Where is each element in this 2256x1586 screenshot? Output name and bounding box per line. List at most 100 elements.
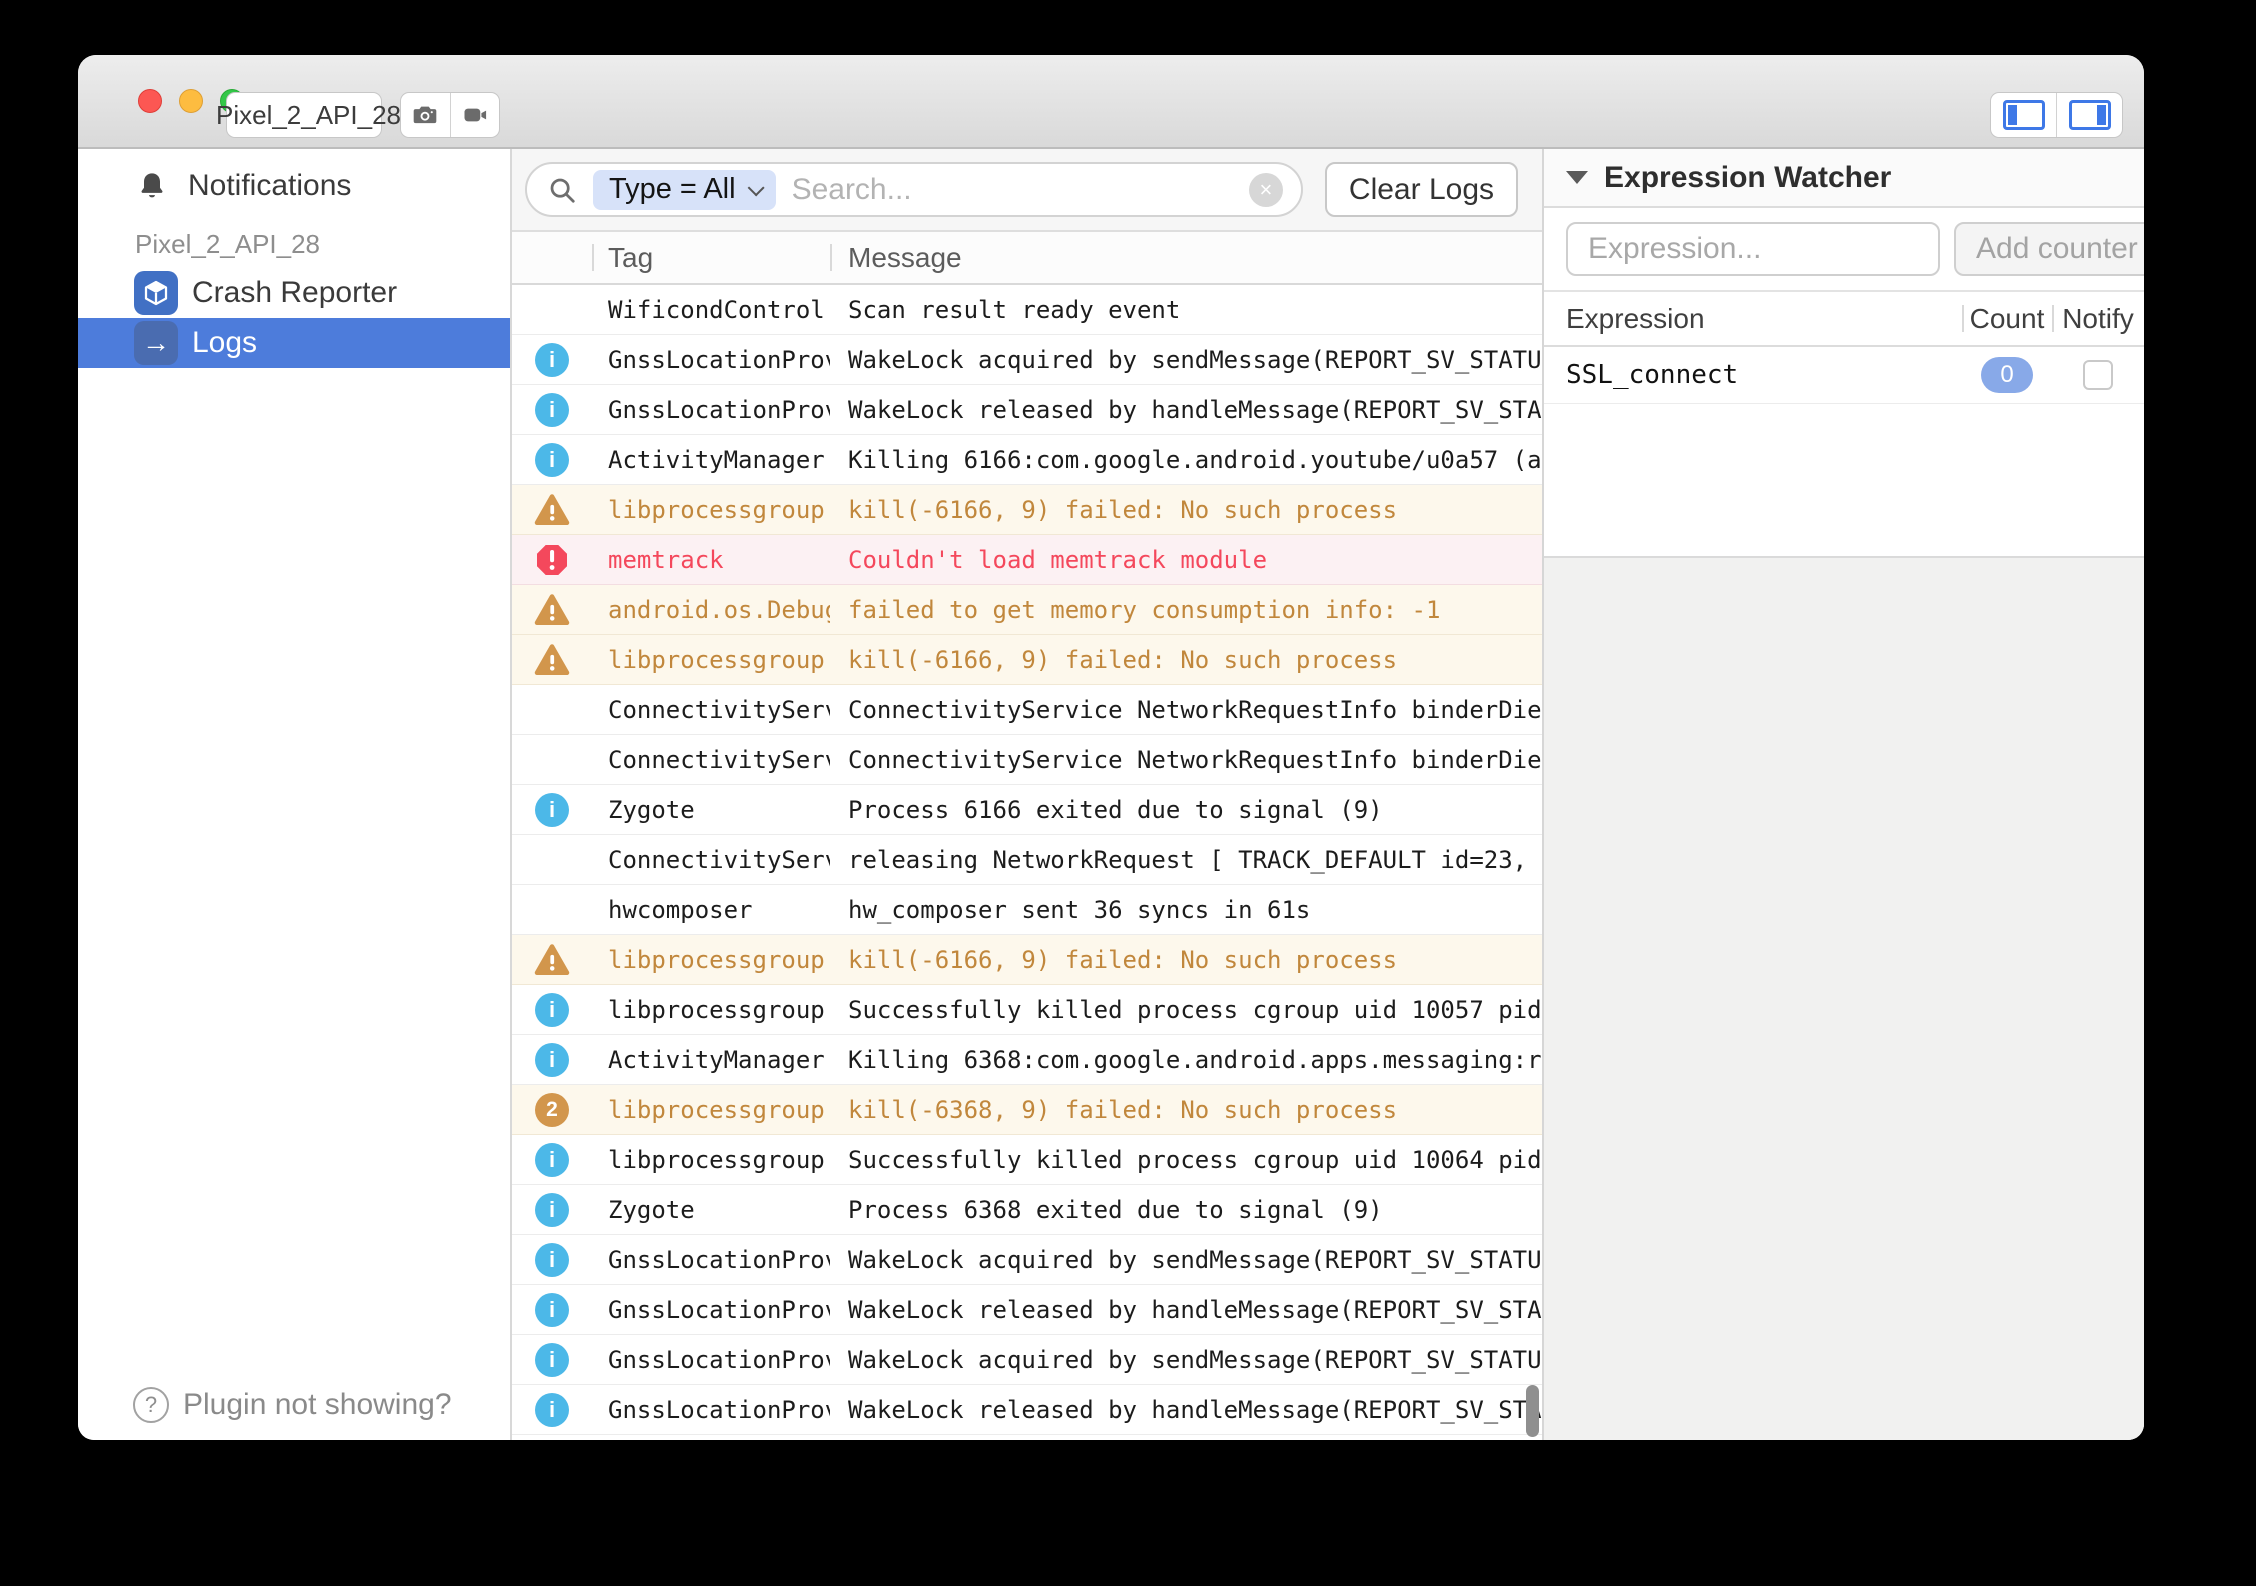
camera-icon [411, 101, 439, 129]
log-tag: libprocessgroup [592, 485, 830, 534]
add-counter-button[interactable]: Add counter [1954, 222, 2144, 276]
error-icon [512, 535, 592, 584]
log-row[interactable]: iZygoteProcess 6166 exited due to signal… [512, 785, 1542, 835]
log-tag: memtrack [592, 535, 830, 584]
expression-watcher-panel: Expression Watcher Add counter Expressio… [1544, 149, 2144, 1440]
screen-record-button[interactable] [450, 93, 500, 137]
log-row[interactable]: iActivityManagerKilling 6166:com.google.… [512, 435, 1542, 485]
log-message: kill(-6166, 9) failed: No such process [830, 635, 1542, 684]
search-box[interactable]: Type = All × [525, 162, 1303, 217]
log-rows: WificondControlScan result ready eventiG… [512, 285, 1542, 1440]
flipper-window: Pixel_2_API_28 [78, 55, 2144, 1440]
log-message: WakeLock released by handleMessage(REPOR… [830, 1285, 1542, 1334]
log-tag: WificondControl [592, 285, 830, 334]
toggle-right-sidebar-button[interactable] [2056, 93, 2122, 137]
log-row[interactable]: libprocessgroupkill(-6166, 9) failed: No… [512, 635, 1542, 685]
info-icon: i [512, 1185, 592, 1234]
log-message: Couldn't load memtrack module [830, 535, 1542, 584]
clear-logs-button[interactable]: Clear Logs [1325, 162, 1518, 217]
log-message: releasing NetworkRequest [ TRACK_DEFAULT… [830, 835, 1542, 884]
log-row[interactable]: iGnssLocationProviderWakeLock released b… [512, 1385, 1542, 1435]
log-row[interactable]: iGnssLocationProviderWakeLock acquired b… [512, 1235, 1542, 1285]
log-row[interactable]: hwcomposerhw_composer sent 36 syncs in 6… [512, 885, 1542, 935]
watcher-empty-area [1544, 404, 2144, 556]
log-tag: ConnectivityService [592, 685, 830, 734]
log-row[interactable]: ConnectivityServiceConnectivityService N… [512, 735, 1542, 785]
log-tag: libprocessgroup [592, 1085, 830, 1134]
expression-input[interactable] [1566, 222, 1940, 276]
vertical-scrollbar-thumb[interactable] [1526, 1385, 1539, 1437]
log-message: Process 6368 exited due to signal (9) [830, 1185, 1542, 1234]
log-row[interactable]: android.os.Debugfailed to get memory con… [512, 585, 1542, 635]
sidebar-item-label: Crash Reporter [192, 276, 397, 310]
sidebar-item-logs[interactable]: → Logs [78, 318, 510, 368]
log-message: WakeLock released by handleMessage(REPOR… [830, 385, 1542, 434]
minimize-button[interactable] [179, 89, 203, 113]
log-message: kill(-6368, 9) failed: No such process [830, 1085, 1542, 1134]
log-tag: hwcomposer [592, 885, 830, 934]
sidebar-item-notifications[interactable]: Notifications [78, 161, 510, 211]
log-row[interactable]: 2libprocessgroupkill(-6368, 9) failed: N… [512, 1085, 1542, 1135]
count-column-header: Count [1962, 292, 2052, 345]
log-row[interactable]: iGnssLocationProviderWakeLock released b… [512, 385, 1542, 435]
filter-chip-type[interactable]: Type = All [593, 170, 776, 210]
log-row[interactable]: libprocessgroupkill(-6166, 9) failed: No… [512, 485, 1542, 535]
search-input[interactable] [792, 173, 1233, 207]
sidebar-item-crash-reporter[interactable]: Crash Reporter [78, 268, 510, 318]
screenshot-button[interactable] [401, 93, 450, 137]
log-tag: libprocessgroup [592, 635, 830, 684]
log-row[interactable]: iGnssLocationProviderWakeLock acquired b… [512, 335, 1542, 385]
log-row[interactable]: ConnectivityServicereleasing NetworkRequ… [512, 835, 1542, 885]
toggle-left-sidebar-button[interactable] [1991, 93, 2056, 137]
titlebar: Pixel_2_API_28 [78, 55, 2144, 149]
watcher-row[interactable]: SSL_connect 0 [1544, 347, 2144, 404]
warning-icon [512, 485, 592, 534]
log-row[interactable]: iGnssLocationProviderWakeLock released b… [512, 1285, 1542, 1335]
watcher-header[interactable]: Expression Watcher [1544, 149, 2144, 208]
cube-icon [134, 271, 178, 315]
log-row[interactable]: ilibprocessgroupSuccessfully killed proc… [512, 1135, 1542, 1185]
log-row[interactable]: ConnectivityServiceConnectivityService N… [512, 685, 1542, 735]
log-row[interactable]: WificondControlScan result ready event [512, 285, 1542, 335]
device-name: Pixel_2_API_28 [216, 100, 401, 131]
logs-plugin-main: Type = All × Clear Logs Tag Message Wifi… [512, 149, 1544, 1440]
count-badge: 0 [1981, 357, 2033, 393]
log-tag: GnssLocationProvider [592, 385, 830, 434]
log-tag: GnssLocationProvider [592, 1335, 830, 1384]
info-icon: i [512, 1135, 592, 1184]
plugin-help-link[interactable]: ? Plugin not showing? [78, 1370, 510, 1440]
log-row[interactable]: iGnssLocationProviderWakeLock acquired b… [512, 1335, 1542, 1385]
notify-checkbox[interactable] [2083, 360, 2113, 390]
log-tag: GnssLocationProvider [592, 1235, 830, 1284]
log-message: WakeLock acquired by sendMessage(REPORT_… [830, 1235, 1542, 1284]
log-message: failed to get memory consumption info: -… [830, 585, 1542, 634]
log-row[interactable]: memtrackCouldn't load memtrack module [512, 535, 1542, 585]
bell-icon [136, 170, 168, 202]
no-icon [512, 835, 592, 884]
log-message: ConnectivityService NetworkRequestInfo b… [830, 685, 1542, 734]
log-row[interactable]: iZygoteProcess 6368 exited due to signal… [512, 1185, 1542, 1235]
watcher-table-header: Expression Count Notify [1544, 292, 2144, 347]
log-row[interactable]: libprocessgroupkill(-6166, 9) failed: No… [512, 935, 1542, 985]
video-camera-icon [461, 101, 489, 129]
clear-search-icon[interactable]: × [1249, 173, 1283, 207]
log-message: hw_composer sent 36 syncs in 61s [830, 885, 1542, 934]
log-tag: android.os.Debug [592, 585, 830, 634]
pane-toggle-group [1990, 92, 2123, 138]
log-tag: ActivityManager [592, 435, 830, 484]
device-selector-button[interactable]: Pixel_2_API_28 [226, 92, 382, 138]
log-row[interactable]: ilibprocessgroupSuccessfully killed proc… [512, 985, 1542, 1035]
notify-column-header: Notify [2052, 292, 2144, 345]
arrow-right-icon: → [134, 321, 178, 365]
message-column-header: Message [830, 232, 1542, 283]
log-row[interactable]: iActivityManagerKilling 6368:com.google.… [512, 1035, 1542, 1085]
close-button[interactable] [138, 89, 162, 113]
info-icon: i [512, 1335, 592, 1384]
search-icon [547, 175, 577, 205]
capture-button-group [400, 92, 500, 138]
log-message: Successfully killed process cgroup uid 1… [830, 985, 1542, 1034]
log-tag: ConnectivityService [592, 735, 830, 784]
log-message: Successfully killed process cgroup uid 1… [830, 1135, 1542, 1184]
info-icon: i [512, 435, 592, 484]
device-section-label: Pixel_2_API_28 [78, 229, 510, 260]
